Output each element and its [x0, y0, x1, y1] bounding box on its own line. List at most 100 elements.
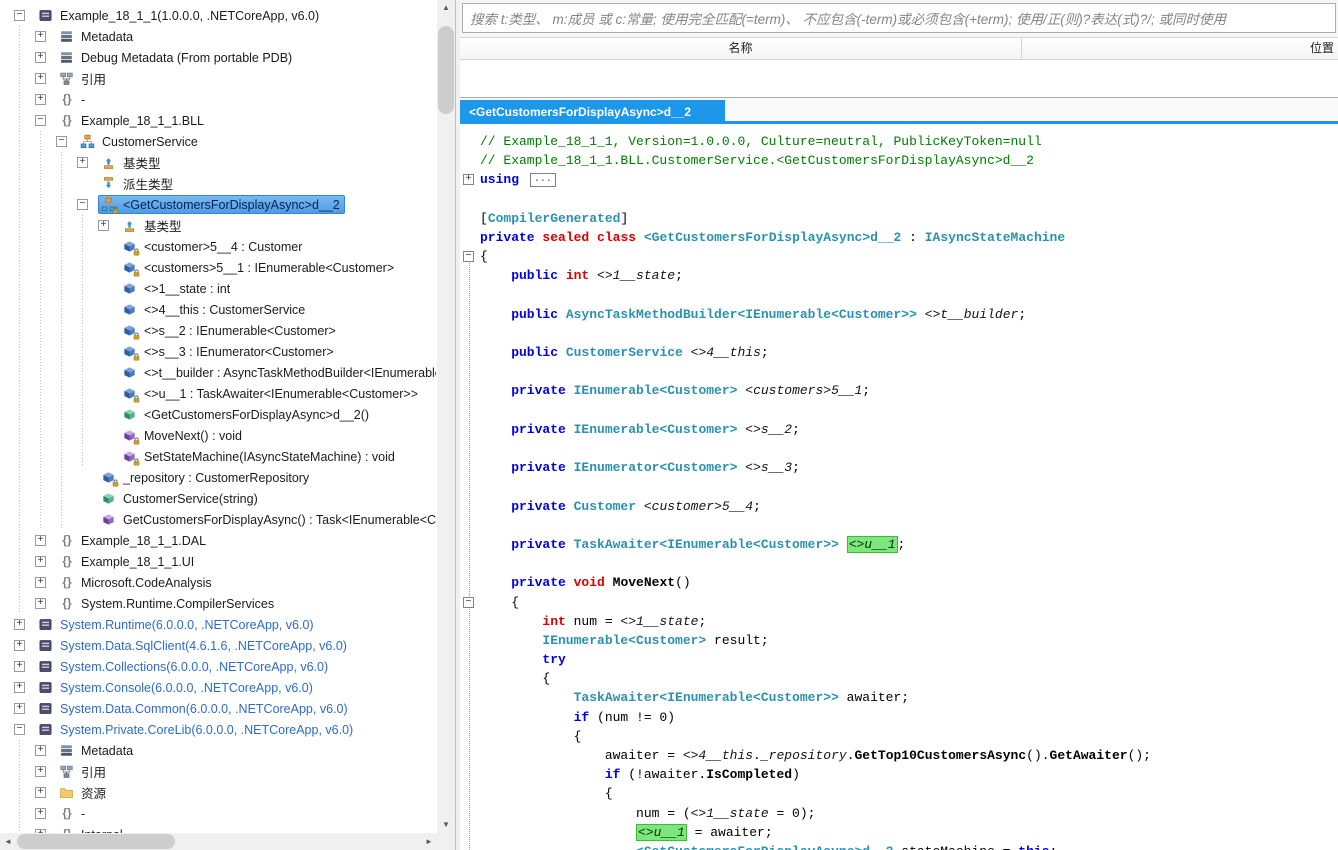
expander-icon[interactable]: −: [14, 10, 25, 21]
tree-item-label: System.Data.Common: [60, 701, 186, 716]
tree-item[interactable]: + 基类型: [0, 152, 436, 173]
expander-icon[interactable]: +: [35, 766, 46, 777]
fold-margin: [460, 132, 480, 151]
tree-item[interactable]: − CustomerService: [0, 131, 436, 152]
tree-item[interactable]: + System.Console (6.0.0.0, .NETCoreApp, v…: [0, 677, 436, 698]
tree-item[interactable]: − System.Private.CoreLib (6.0.0.0, .NETCo…: [0, 719, 436, 740]
tree-item[interactable]: <customers>5__1 : IEnumerable<Customer>: [0, 257, 436, 278]
expander-icon[interactable]: −: [56, 136, 67, 147]
tree-item[interactable]: 派生类型: [0, 173, 436, 194]
code-editor[interactable]: // Example_18_1_1, Version=1.0.0.0, Cult…: [460, 124, 1338, 850]
fold-marker-icon[interactable]: +: [463, 174, 474, 186]
tree-item[interactable]: <>1__state : int: [0, 278, 436, 299]
tree-item[interactable]: + {} -: [0, 89, 436, 110]
code-line: TaskAwaiter<IEnumerable<Customer>> await…: [460, 688, 1338, 707]
tree-item[interactable]: + 基类型: [0, 215, 436, 236]
scroll-down-icon[interactable]: ▼: [437, 817, 455, 833]
tree-item[interactable]: + Debug Metadata (From portable PDB): [0, 47, 436, 68]
expander-icon[interactable]: +: [35, 535, 46, 546]
scroll-left-icon[interactable]: ◄: [0, 833, 16, 850]
expander-icon[interactable]: +: [35, 577, 46, 588]
fold-margin: [460, 688, 480, 707]
tree-item[interactable]: + {} Example_18_1_1.DAL: [0, 530, 436, 551]
tree-item[interactable]: + System.Runtime (6.0.0.0, .NETCoreApp, v…: [0, 614, 436, 635]
expander-icon[interactable]: +: [35, 556, 46, 567]
search-results-list[interactable]: [460, 60, 1338, 98]
expander-icon[interactable]: +: [35, 31, 46, 42]
expander-icon[interactable]: +: [35, 808, 46, 819]
tree-item-label: -: [81, 92, 86, 107]
expander-icon[interactable]: +: [35, 73, 46, 84]
tree-item[interactable]: CustomerService(string): [0, 488, 436, 509]
expander-icon[interactable]: +: [35, 745, 46, 756]
search-input[interactable]: 搜索 t:类型、 m:成员 或 c:常量; 使用完全匹配(=term)、 不应包…: [462, 3, 1336, 33]
tree-item[interactable]: +{}Internal: [0, 824, 436, 833]
tree-item[interactable]: + {} System.Runtime.CompilerServices: [0, 593, 436, 614]
tree-item[interactable]: _repository : CustomerRepository: [0, 467, 436, 488]
tree-item[interactable]: − Example_18_1_1 (1.0.0.0, .NETCoreApp, v…: [0, 5, 436, 26]
fold-margin: [460, 190, 480, 209]
expander-icon[interactable]: +: [35, 94, 46, 105]
assembly-explorer-panel: − Example_18_1_1 (1.0.0.0, .NETCoreApp, v…: [0, 0, 456, 850]
tree-item[interactable]: <>s__2 : IEnumerable<Customer>: [0, 320, 436, 341]
tree-item[interactable]: MoveNext() : void: [0, 425, 436, 446]
tree-item[interactable]: + Metadata: [0, 740, 436, 761]
tree-item-label: <>1__state : int: [144, 281, 231, 296]
tree-item[interactable]: SetStateMachine(IAsyncStateMachine) : vo…: [0, 446, 436, 467]
tree-item[interactable]: GetCustomersForDisplayAsync() : Task<IEn…: [0, 509, 436, 530]
tree-item-label: CustomerService(string): [123, 491, 258, 506]
tree-item[interactable]: <>s__3 : IEnumerator<Customer>: [0, 341, 436, 362]
tree-item[interactable]: <customer>5__4 : Customer: [0, 236, 436, 257]
expander-icon[interactable]: +: [14, 682, 25, 693]
tree-item[interactable]: <>4__this : CustomerService: [0, 299, 436, 320]
tree-item[interactable]: + {} Example_18_1_1.UI: [0, 551, 436, 572]
tree-item[interactable]: + Metadata: [0, 26, 436, 47]
scroll-up-icon[interactable]: ▲: [437, 0, 455, 16]
tree-item-label: 基类型: [144, 220, 182, 234]
expander-icon[interactable]: +: [35, 52, 46, 63]
column-header-location[interactable]: 位置: [1022, 38, 1338, 59]
tree-item[interactable]: − {} Example_18_1_1.BLL: [0, 110, 436, 131]
expander-icon[interactable]: +: [14, 640, 25, 651]
expander-icon[interactable]: +: [14, 703, 25, 714]
scroll-right-icon[interactable]: ►: [421, 833, 437, 850]
tree-item-label: System.Runtime.CompilerServices: [81, 596, 275, 611]
expander-icon[interactable]: −: [77, 199, 88, 210]
expander-icon[interactable]: −: [14, 724, 25, 735]
fold-marker-icon[interactable]: −: [463, 251, 474, 263]
tree-item[interactable]: + {} Microsoft.CodeAnalysis: [0, 572, 436, 593]
expander-icon[interactable]: +: [35, 787, 46, 798]
code-line: <GetCustomersForDisplayAsync>d__2 stateM…: [460, 842, 1338, 850]
tree-item[interactable]: + 引用: [0, 761, 436, 782]
horizontal-scrollbar: ◄ ►: [0, 833, 437, 850]
tree-item[interactable]: + {} -: [0, 803, 436, 824]
tree-item[interactable]: + System.Data.Common (6.0.0.0, .NETCoreAp…: [0, 698, 436, 719]
fold-margin: [460, 669, 480, 688]
tree-item[interactable]: − <GetCustomersForDisplayAsync>d__2: [0, 194, 436, 215]
expander-icon[interactable]: +: [35, 598, 46, 609]
tree-item[interactable]: <>t__builder : AsyncTaskMethodBuilder<IE…: [0, 362, 436, 383]
code-line: [460, 401, 1338, 420]
tree-item[interactable]: + System.Collections (6.0.0.0, .NETCoreAp…: [0, 656, 436, 677]
expander-icon[interactable]: +: [98, 220, 109, 231]
tree-item[interactable]: <GetCustomersForDisplayAsync>d__2(): [0, 404, 436, 425]
tree-item[interactable]: <>u__1 : TaskAwaiter<IEnumerable<Custome…: [0, 383, 436, 404]
horizontal-scrollbar-thumb[interactable]: [17, 834, 175, 849]
expander-icon[interactable]: −: [35, 115, 46, 126]
tree-item[interactable]: + System.Data.SqlClient (4.6.1.6, .NETCor…: [0, 635, 436, 656]
fold-marker-icon[interactable]: −: [463, 596, 474, 608]
tree-item-label: SetStateMachine(IAsyncStateMachine) : vo…: [144, 449, 395, 464]
expander-icon[interactable]: +: [14, 661, 25, 672]
class-icon: [80, 134, 96, 150]
tree-item[interactable]: + 引用: [0, 68, 436, 89]
tree-item[interactable]: + 资源: [0, 782, 436, 803]
expander-icon[interactable]: +: [77, 157, 88, 168]
column-header-name[interactable]: 名称: [460, 38, 1022, 59]
namespace-icon: {}: [62, 553, 72, 568]
expander-icon[interactable]: +: [14, 619, 25, 630]
collapsed-code-box[interactable]: ...: [529, 172, 556, 187]
method-icon: [122, 449, 140, 465]
vertical-scrollbar-thumb[interactable]: [438, 26, 454, 114]
tab-getcustomersfordisplayasync[interactable]: <GetCustomersForDisplayAsync>d__2: [460, 100, 726, 124]
tree-item-label: <GetCustomersForDisplayAsync>d__2(): [144, 407, 370, 422]
